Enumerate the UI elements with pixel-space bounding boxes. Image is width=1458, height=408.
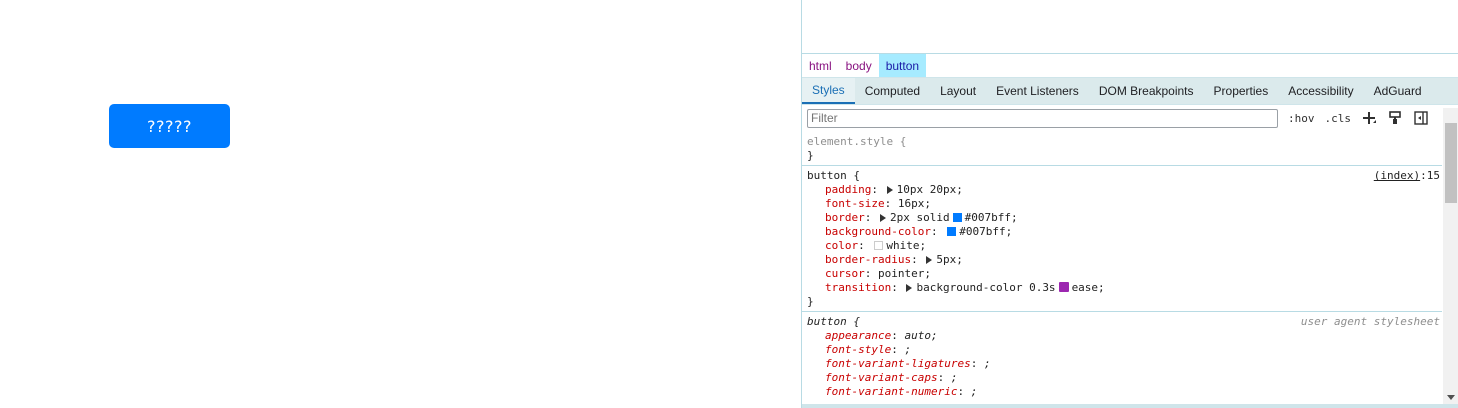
decl-background-color[interactable]: background-color: #007bff; — [807, 225, 1438, 239]
scrollbar-thumb[interactable] — [1445, 123, 1457, 203]
decl-padding[interactable]: padding: 10px 20px; — [807, 183, 1438, 197]
color-swatch-icon[interactable] — [952, 213, 962, 222]
rule-close: } — [807, 295, 814, 308]
tab-adguard[interactable]: AdGuard — [1364, 78, 1432, 104]
styles-pane: element.style { } (index):15 button { pa… — [802, 132, 1442, 404]
dom-tree-area — [802, 0, 1458, 54]
decl-color[interactable]: color: white; — [807, 239, 1438, 253]
user-agent-rule: user agent stylesheet button { appearanc… — [802, 312, 1442, 401]
ua-decl-font-style: font-style: ; — [825, 343, 912, 356]
expand-triangle-icon[interactable] — [880, 214, 886, 222]
demo-button[interactable]: ????? — [109, 104, 230, 148]
color-swatch-icon[interactable] — [947, 227, 957, 236]
color-swatch-icon[interactable] — [874, 241, 884, 250]
breadcrumb-html[interactable]: html — [802, 54, 839, 77]
tab-accessibility[interactable]: Accessibility — [1278, 78, 1363, 104]
devtools-panel: html body button Styles Computed Layout … — [801, 0, 1458, 408]
ua-decl-font-variant-ligatures: font-variant-ligatures: ; — [825, 357, 991, 370]
paint-brush-icon[interactable] — [1387, 110, 1403, 126]
easing-editor-icon[interactable] — [1058, 282, 1069, 292]
scroll-down-arrow-icon[interactable] — [1447, 395, 1455, 400]
tab-dom-breakpoints[interactable]: DOM Breakpoints — [1089, 78, 1204, 104]
breadcrumb-button[interactable]: button — [878, 54, 927, 77]
element-style-close: } — [807, 149, 814, 162]
ua-decl-appearance: appearance: auto; — [825, 329, 938, 342]
devtools-bottom-edge — [802, 404, 1458, 408]
decl-border-radius[interactable]: border-radius: 5px; — [807, 253, 1438, 267]
rule-source-link[interactable]: (index):15 — [1374, 169, 1440, 182]
breadcrumb: html body button — [802, 54, 1458, 78]
toggle-sidebar-icon[interactable] — [1413, 110, 1429, 126]
expand-triangle-icon[interactable] — [926, 256, 933, 264]
styles-scrollbar[interactable] — [1443, 108, 1458, 404]
breadcrumb-body[interactable]: body — [839, 54, 879, 77]
decl-font-size[interactable]: font-size: 16px; — [807, 197, 1438, 211]
decl-border[interactable]: border: 2px solid #007bff; — [807, 211, 1438, 225]
devtools-tabs: Styles Computed Layout Event Listeners D… — [802, 78, 1458, 105]
element-style-rule: element.style { } — [802, 132, 1442, 166]
hover-state-toggle[interactable]: :hov — [1288, 112, 1315, 125]
page-viewport: ????? — [0, 0, 801, 408]
button-rule: (index):15 button { padding: 10px 20px; … — [802, 166, 1442, 312]
decl-transition[interactable]: transition: background-color 0.3s ease; — [807, 281, 1438, 295]
expand-triangle-icon[interactable] — [906, 284, 913, 292]
tab-layout[interactable]: Layout — [930, 78, 986, 104]
ua-decl-font-variant-caps: font-variant-caps: ; — [825, 371, 958, 384]
element-style-selector[interactable]: element.style { — [807, 135, 1438, 149]
styles-toolbar: :hov .cls — [802, 105, 1458, 131]
tab-properties[interactable]: Properties — [1204, 78, 1279, 104]
filter-input[interactable] — [807, 108, 1278, 128]
add-rule-icon[interactable] — [1361, 110, 1377, 126]
user-agent-source: user agent stylesheet — [1300, 315, 1440, 328]
class-toggle[interactable]: .cls — [1325, 112, 1352, 125]
expand-triangle-icon[interactable] — [886, 186, 893, 194]
tab-computed[interactable]: Computed — [855, 78, 930, 104]
ua-decl-font-variant-numeric: font-variant-numeric: ; — [825, 385, 978, 398]
decl-cursor[interactable]: cursor: pointer; — [807, 267, 1438, 281]
tab-event-listeners[interactable]: Event Listeners — [986, 78, 1089, 104]
tab-styles[interactable]: Styles — [802, 78, 855, 104]
rule-selector[interactable]: button { — [807, 169, 1438, 183]
